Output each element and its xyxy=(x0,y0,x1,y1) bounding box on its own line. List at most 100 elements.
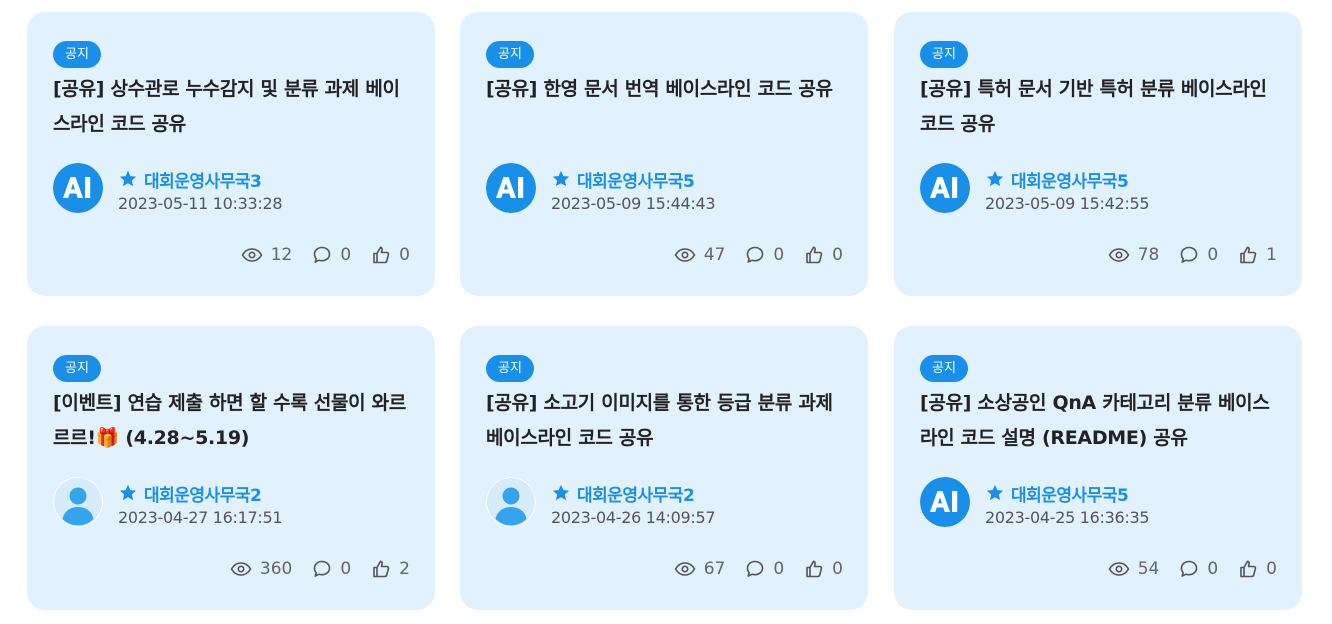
likes-stat[interactable]: 0 xyxy=(371,245,410,265)
views-count: 360 xyxy=(259,559,293,579)
thumbs-up-icon[interactable] xyxy=(1238,559,1258,579)
notice-badge: 공지 xyxy=(920,355,968,382)
author-line: 대회운영사무국5 xyxy=(985,167,1129,192)
thumbs-up-icon[interactable] xyxy=(371,559,391,579)
post-stats: 67 0 0 xyxy=(674,556,843,582)
comments-stat: 0 xyxy=(745,245,784,265)
user-avatar-icon xyxy=(53,477,103,527)
author-name[interactable]: 대회운영사무국5 xyxy=(1011,167,1129,192)
notice-badge: 공지 xyxy=(486,355,534,382)
author-name[interactable]: 대회운영사무국5 xyxy=(1011,481,1129,506)
views-count: 47 xyxy=(703,245,726,265)
author-avatar xyxy=(920,477,970,527)
ai-logo-icon xyxy=(53,163,103,213)
comments-stat: 0 xyxy=(312,245,351,265)
ai-logo-icon xyxy=(486,163,536,213)
likes-stat[interactable]: 0 xyxy=(804,559,843,579)
star-icon xyxy=(119,170,137,187)
comments-count: 0 xyxy=(1207,559,1219,579)
comments-count: 0 xyxy=(1207,245,1219,265)
post-card[interactable]: 공지 [공유] 특허 문서 기반 특허 분류 베이스라인 코드 공유 대회운영사… xyxy=(894,12,1302,296)
comments-stat: 0 xyxy=(1179,245,1218,265)
post-title[interactable]: [공유] 특허 문서 기반 특허 분류 베이스라인 코드 공유 xyxy=(920,72,1280,142)
user-avatar-icon xyxy=(486,477,536,527)
thumbs-up-icon[interactable] xyxy=(371,245,391,265)
views-stat: 54 xyxy=(1108,559,1160,579)
author-name[interactable]: 대회운영사무국2 xyxy=(144,481,262,506)
views-stat: 78 xyxy=(1108,245,1160,265)
likes-count: 2 xyxy=(399,559,410,579)
author-name[interactable]: 대회운영사무국3 xyxy=(144,167,262,192)
star-icon xyxy=(986,170,1004,187)
author-line: 대회운영사무국5 xyxy=(985,481,1129,506)
post-stats: 78 0 1 xyxy=(1108,242,1277,268)
post-date: 2023-04-25 16:36:35 xyxy=(985,508,1150,527)
comments-count: 0 xyxy=(773,245,785,265)
author-avatar xyxy=(53,477,103,527)
post-title[interactable]: [공유] 상수관로 누수감지 및 분류 과제 베이스라인 코드 공유 xyxy=(53,72,413,142)
eye-icon xyxy=(230,562,252,576)
post-stats: 12 0 0 xyxy=(241,242,410,268)
comments-stat: 0 xyxy=(1179,559,1218,579)
star-icon xyxy=(552,170,570,187)
post-stats: 54 0 0 xyxy=(1108,556,1277,582)
post-stats: 47 0 0 xyxy=(674,242,843,268)
thumbs-up-icon[interactable] xyxy=(804,245,824,265)
thumbs-up-icon[interactable] xyxy=(804,559,824,579)
likes-stat[interactable]: 0 xyxy=(804,245,843,265)
likes-stat[interactable]: 2 xyxy=(371,559,410,579)
views-count: 54 xyxy=(1137,559,1160,579)
post-title[interactable]: [공유] 한영 문서 번역 베이스라인 코드 공유 xyxy=(486,72,846,107)
author-name[interactable]: 대회운영사무국2 xyxy=(577,481,695,506)
likes-stat[interactable]: 0 xyxy=(1238,559,1277,579)
likes-stat[interactable]: 1 xyxy=(1238,245,1277,265)
post-card[interactable]: 공지 [공유] 소상공인 QnA 카테고리 분류 베이스라인 코드 설명 (RE… xyxy=(894,326,1302,610)
views-stat: 47 xyxy=(674,245,726,265)
notice-badge: 공지 xyxy=(920,41,968,68)
post-card[interactable]: 공지 [공유] 한영 문서 번역 베이스라인 코드 공유 대회운영사무국5 20… xyxy=(460,12,868,296)
views-count: 67 xyxy=(703,559,726,579)
comment-icon xyxy=(314,246,331,263)
notice-badge: 공지 xyxy=(53,355,101,382)
post-date: 2023-05-11 10:33:28 xyxy=(118,194,283,213)
post-date: 2023-05-09 15:42:55 xyxy=(985,194,1150,213)
comments-count: 0 xyxy=(773,559,785,579)
eye-icon xyxy=(1108,248,1130,262)
views-stat: 360 xyxy=(230,559,292,579)
author-line: 대회운영사무국2 xyxy=(118,481,262,506)
star-icon xyxy=(986,484,1004,501)
comments-stat: 0 xyxy=(312,559,351,579)
comment-icon xyxy=(747,560,764,577)
eye-icon xyxy=(241,248,263,262)
author-name[interactable]: 대회운영사무국5 xyxy=(577,167,695,192)
likes-count: 0 xyxy=(1266,559,1277,579)
likes-count: 0 xyxy=(832,559,843,579)
post-stats: 360 0 2 xyxy=(230,556,410,582)
post-card[interactable]: 공지 [이벤트] 연습 제출 하면 할 수록 선물이 와르르르!🎁 (4.28~… xyxy=(27,326,435,610)
thumbs-up-icon[interactable] xyxy=(1238,245,1258,265)
post-date: 2023-05-09 15:44:43 xyxy=(551,194,716,213)
post-title[interactable]: [이벤트] 연습 제출 하면 할 수록 선물이 와르르르!🎁 (4.28~5.1… xyxy=(53,386,413,456)
comment-icon xyxy=(1181,246,1198,263)
post-title[interactable]: [공유] 소고기 이미지를 통한 등급 분류 과제 베이스라인 코드 공유 xyxy=(486,386,846,456)
notice-badge: 공지 xyxy=(53,41,101,68)
views-count: 78 xyxy=(1137,245,1160,265)
comment-icon xyxy=(1181,560,1198,577)
author-avatar xyxy=(920,163,970,213)
comment-icon xyxy=(747,246,764,263)
author-avatar xyxy=(486,163,536,213)
comment-icon xyxy=(314,560,331,577)
ai-logo-icon xyxy=(920,163,970,213)
views-stat: 67 xyxy=(674,559,726,579)
eye-icon xyxy=(674,562,696,576)
comments-count: 0 xyxy=(340,559,352,579)
likes-count: 0 xyxy=(832,245,843,265)
comments-stat: 0 xyxy=(745,559,784,579)
post-card[interactable]: 공지 [공유] 소고기 이미지를 통한 등급 분류 과제 베이스라인 코드 공유… xyxy=(460,326,868,610)
comments-count: 0 xyxy=(340,245,352,265)
eye-icon xyxy=(1108,562,1130,576)
author-line: 대회운영사무국2 xyxy=(551,481,695,506)
views-count: 12 xyxy=(270,245,293,265)
post-card[interactable]: 공지 [공유] 상수관로 누수감지 및 분류 과제 베이스라인 코드 공유 대회… xyxy=(27,12,435,296)
post-title[interactable]: [공유] 소상공인 QnA 카테고리 분류 베이스라인 코드 설명 (READM… xyxy=(920,386,1280,456)
